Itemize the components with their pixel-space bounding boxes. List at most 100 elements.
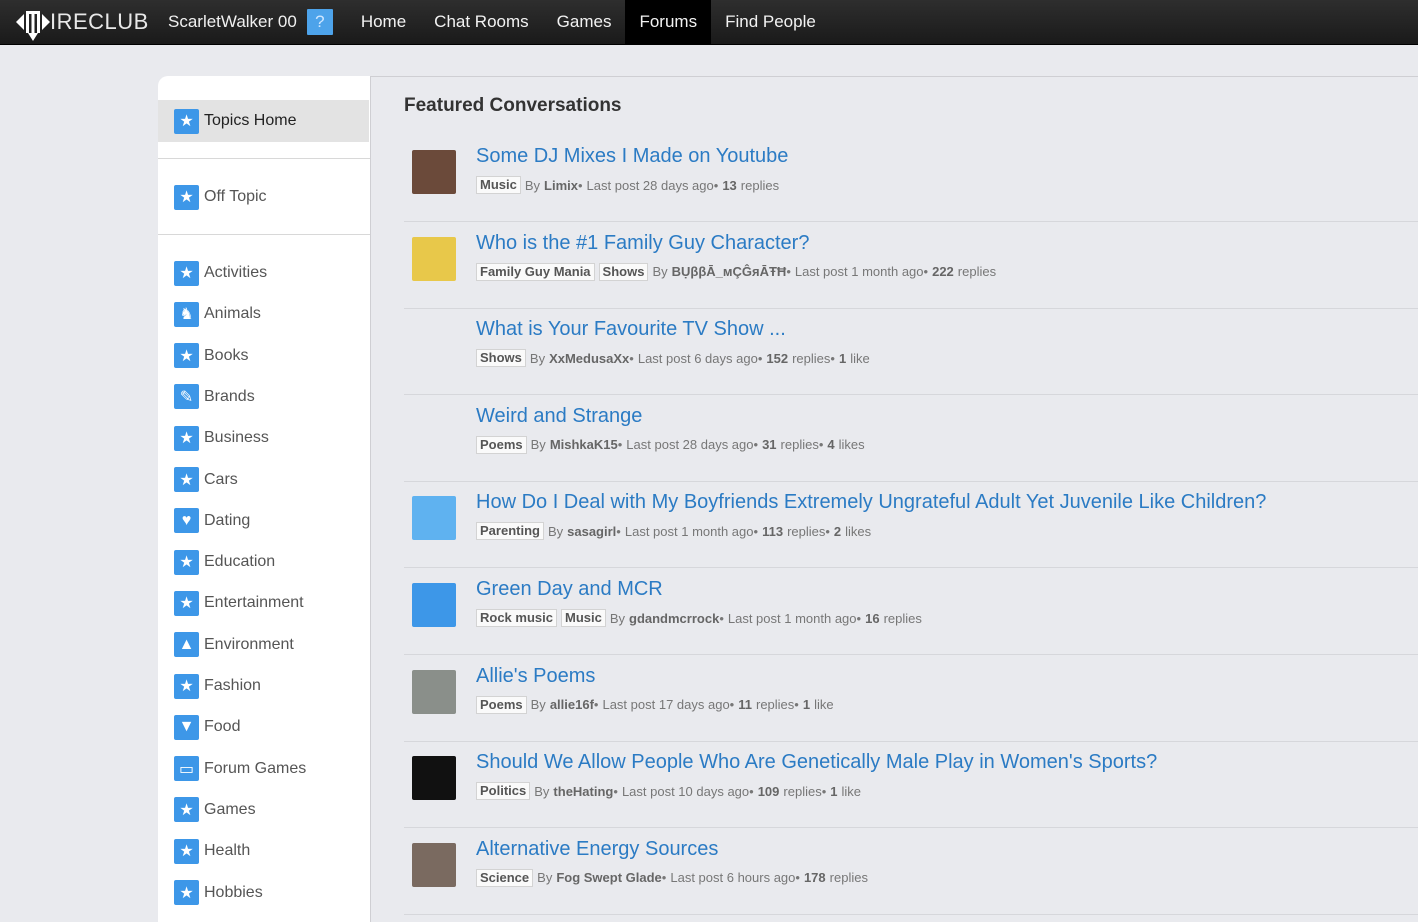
author-link[interactable]: ΒỤββĀ_мÇĜяĀŦĦ bbox=[672, 264, 787, 279]
replies-count: 178 bbox=[803, 870, 826, 886]
sidebar-divider bbox=[158, 158, 370, 159]
author-link[interactable]: Limix bbox=[544, 178, 578, 193]
thread-title-link[interactable]: Who is the #1 Family Guy Character? bbox=[476, 232, 809, 255]
main-nav: Home Chat Rooms Games Forums Find People bbox=[347, 0, 830, 45]
sidebar-item-off-topic[interactable]: ★ Off Topic bbox=[174, 184, 267, 210]
sidebar-item-dating[interactable]: ♥ Dating bbox=[174, 508, 250, 534]
author-link[interactable]: sasagirl bbox=[567, 524, 616, 539]
author-link[interactable]: allie16f bbox=[550, 697, 594, 712]
thread-meta: Family Guy Mania Shows By ΒỤββĀ_мÇĜяĀŦĦ • La… bbox=[476, 262, 996, 281]
likes-count: 1 bbox=[838, 350, 847, 366]
topic-tag[interactable]: Politics bbox=[476, 782, 531, 801]
avatar[interactable] bbox=[412, 842, 456, 887]
avatar[interactable] bbox=[412, 669, 456, 714]
separator-dot: • bbox=[825, 523, 830, 539]
star-icon: ★ bbox=[174, 590, 199, 616]
avatar[interactable] bbox=[412, 236, 456, 281]
sidebar-item-label: Books bbox=[204, 346, 249, 364]
sidebar-item-entertainment[interactable]: ★ Entertainment bbox=[174, 590, 304, 616]
topic-tag[interactable]: Science bbox=[476, 868, 534, 887]
replies-count: 222 bbox=[932, 264, 954, 280]
nav-home[interactable]: Home bbox=[347, 0, 420, 45]
separator-dot: • bbox=[818, 437, 824, 453]
sidebar-item-environment[interactable]: ▲ Environment bbox=[174, 632, 294, 658]
sidebar-item-games[interactable]: ★ Games bbox=[174, 797, 256, 823]
thread-title-link[interactable]: What is Your Favourite TV Show ... bbox=[476, 318, 786, 341]
thread-title-link[interactable]: Some DJ Mixes I Made on Youtube bbox=[476, 145, 788, 168]
by-label: By bbox=[547, 523, 564, 539]
sidebar-item-activities[interactable]: ★ Activities bbox=[174, 260, 267, 286]
topic-tag[interactable]: Rock music bbox=[476, 609, 557, 627]
thread-title-link[interactable]: Weird and Strange bbox=[476, 405, 642, 428]
sidebar-item-fashion[interactable]: ★ Fashion bbox=[174, 673, 261, 699]
separator-dot: • bbox=[795, 870, 800, 886]
sidebar-item-food[interactable]: ▼ Food bbox=[174, 714, 240, 740]
avatar[interactable] bbox=[412, 583, 456, 627]
thread-title-link[interactable]: Allie's Poems bbox=[476, 665, 595, 688]
topic-tag[interactable]: Family Guy Mania bbox=[476, 262, 595, 281]
sidebar-item-label: Education bbox=[204, 553, 276, 571]
thread-title-link[interactable]: How Do I Deal with My Boyfriends Extreme… bbox=[476, 491, 1266, 514]
nav-games[interactable]: Games bbox=[543, 0, 626, 45]
by-label: By bbox=[609, 610, 625, 626]
site-logo[interactable]: IRECLUB bbox=[0, 0, 160, 45]
help-button[interactable]: ? bbox=[306, 9, 333, 35]
topic-tag[interactable]: Shows bbox=[598, 262, 649, 281]
sidebar-item-forum-games[interactable]: ▭ Forum Games bbox=[174, 756, 306, 782]
thread-title-link[interactable]: Green Day and MCR bbox=[476, 578, 663, 601]
sidebar-item-books[interactable]: ★ Books bbox=[174, 343, 248, 369]
sidebar-item-label: Hobbies bbox=[204, 883, 263, 901]
thread-row: Alternative Energy Sources Science By Fog S… bbox=[404, 828, 1418, 915]
avatar[interactable] bbox=[412, 496, 456, 541]
nav-forums[interactable]: Forums bbox=[625, 0, 712, 45]
separator-dot: • bbox=[794, 697, 799, 713]
sidebar-item-education[interactable]: ★ Education bbox=[174, 549, 275, 575]
by-label: By bbox=[530, 437, 546, 453]
author-link[interactable]: theHating bbox=[553, 784, 613, 799]
pizza-icon: ▼ bbox=[174, 714, 199, 740]
sidebar-item-hobbies[interactable]: ★ Hobbies bbox=[174, 880, 263, 906]
topic-tag[interactable]: Music bbox=[560, 609, 606, 627]
topic-tag[interactable]: Poems bbox=[476, 435, 527, 454]
separator-dot: • bbox=[729, 697, 735, 713]
sidebar-item-health[interactable]: ★ Health bbox=[174, 838, 250, 864]
likes-count: 4 bbox=[827, 437, 835, 453]
avatar[interactable] bbox=[412, 756, 456, 801]
topic-tag[interactable]: Music bbox=[476, 176, 521, 194]
thread-title-link[interactable]: Alternative Energy Sources bbox=[476, 838, 718, 861]
author-link[interactable]: Fog Swept Glade bbox=[556, 870, 661, 885]
star-icon: ★ bbox=[174, 184, 199, 210]
sidebar-item-topics-home[interactable]: ★ Topics Home bbox=[158, 100, 369, 142]
author-link[interactable]: XxMedusaXx bbox=[549, 351, 629, 366]
nav-chat-rooms[interactable]: Chat Rooms bbox=[420, 0, 542, 45]
thread-row: Weird and Strange Poems By MishkaK15 • Last … bbox=[404, 395, 1418, 482]
thread-meta: Parenting By sasagirl • Last post 1 month a… bbox=[476, 522, 871, 541]
featured-conversations-panel: Featured Conversations Some DJ Mixes I M… bbox=[370, 76, 1418, 922]
heart-icon: ♥ bbox=[174, 508, 199, 534]
replies-label: replies bbox=[780, 437, 819, 453]
sidebar-item-business[interactable]: ★ Business bbox=[174, 425, 269, 451]
avatar[interactable] bbox=[412, 150, 456, 194]
star-icon: ★ bbox=[174, 260, 199, 286]
sidebar-item-label: Off Topic bbox=[204, 188, 267, 205]
sidebar-item-label: Games bbox=[204, 800, 256, 818]
sidebar-item-animals[interactable]: ♞ Animals bbox=[174, 301, 261, 327]
username-link[interactable]: ScarletWalker 00 bbox=[168, 12, 297, 32]
thread-row: Should We Allow People Who Are Genetical… bbox=[404, 741, 1418, 829]
thread-title-link[interactable]: Should We Allow People Who Are Genetical… bbox=[476, 751, 1157, 774]
replies-label: replies bbox=[755, 697, 795, 713]
author-link[interactable]: gdandmcrrock bbox=[629, 611, 719, 626]
author-link[interactable]: MishkaK15 bbox=[550, 437, 618, 452]
topic-tag[interactable]: Parenting bbox=[476, 522, 544, 541]
sidebar-item-brands[interactable]: ✎ Brands bbox=[174, 384, 255, 410]
sidebar-item-label: Forum Games bbox=[204, 759, 307, 777]
topic-tag[interactable]: Shows bbox=[476, 349, 526, 368]
separator-dot: • bbox=[753, 437, 759, 453]
replies-count: 11 bbox=[738, 697, 752, 713]
star-icon: ★ bbox=[174, 108, 199, 134]
nav-find-people[interactable]: Find People bbox=[711, 0, 830, 45]
topic-tag[interactable]: Poems bbox=[476, 695, 527, 714]
sidebar-item-cars[interactable]: ★ Cars bbox=[174, 467, 238, 493]
star-icon: ★ bbox=[174, 673, 199, 699]
sidebar-item-label: Topics Home bbox=[204, 112, 297, 129]
